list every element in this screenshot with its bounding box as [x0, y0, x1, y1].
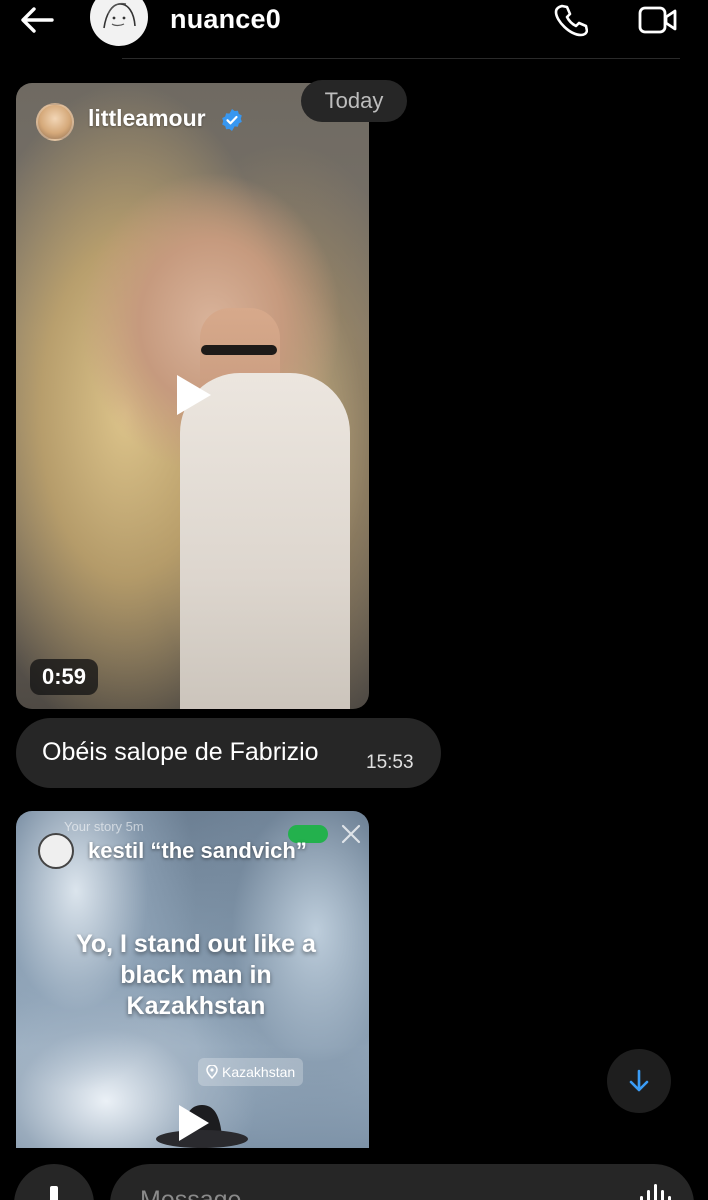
contact-name[interactable]: nuance0	[170, 4, 281, 35]
close-icon	[341, 824, 361, 844]
story-meta: Your story 5m	[64, 819, 144, 834]
header-divider	[122, 58, 680, 59]
shared-reel[interactable]: littleamour 0:59	[16, 83, 369, 709]
story-author-name[interactable]: kestil “the sandvich”	[88, 838, 307, 864]
arrow-down-icon	[629, 1069, 649, 1092]
video-camera-icon	[638, 6, 677, 34]
scroll-to-bottom-button[interactable]	[607, 1049, 671, 1113]
date-separator: Today	[301, 80, 407, 122]
verified-badge-icon	[222, 109, 242, 131]
message-placeholder: Message	[140, 1186, 242, 1200]
reel-author-name[interactable]: littleamour	[88, 105, 206, 132]
story-author-avatar[interactable]	[38, 833, 74, 869]
story-caption: Yo, I stand out like a black man in Kaza…	[76, 930, 316, 1020]
avatar-sketch-icon	[103, 2, 136, 29]
shared-story[interactable]: Your story 5m kestil “the sandvich” Yo, …	[16, 811, 369, 1148]
reel-author-avatar[interactable]	[36, 103, 74, 141]
reel-thumbnail-top	[180, 373, 350, 709]
voice-call-button[interactable]	[550, 0, 592, 40]
play-icon[interactable]	[176, 1103, 212, 1143]
add-attachment-button[interactable]	[14, 1164, 94, 1200]
message-input[interactable]: Message	[110, 1164, 694, 1200]
audio-waveform-icon[interactable]	[638, 1184, 674, 1200]
video-duration: 0:59	[30, 659, 98, 695]
message-timestamp: 15:53	[366, 752, 414, 773]
chat-header: nuance0	[0, 0, 708, 60]
plus-icon	[50, 1186, 58, 1200]
play-icon[interactable]	[174, 373, 214, 417]
phone-icon	[554, 4, 588, 37]
avatar[interactable]	[90, 0, 148, 46]
reel-thumbnail-detail	[201, 345, 277, 355]
back-arrow-icon	[21, 7, 54, 33]
location-label: Kazakhstan	[222, 1064, 296, 1080]
message-bubble[interactable]: Obéis salope de Fabrizio 15:53	[16, 718, 441, 788]
back-button[interactable]	[16, 2, 58, 38]
location-sticker: Kazakhstan	[198, 1058, 304, 1086]
message-text: Obéis salope de Fabrizio	[42, 738, 319, 766]
location-pin-icon	[206, 1065, 218, 1079]
video-call-button[interactable]	[634, 0, 682, 40]
